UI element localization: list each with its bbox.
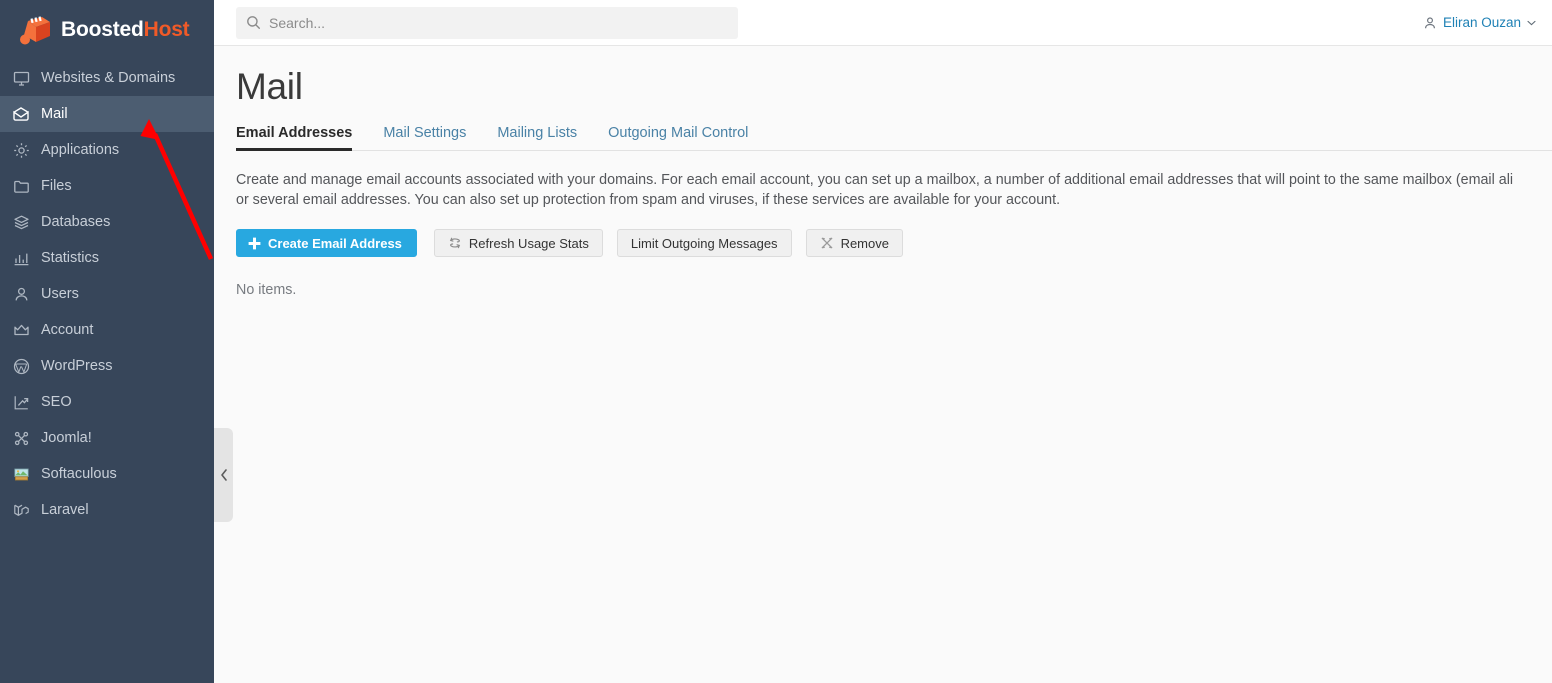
trend-arrow-icon: [8, 394, 34, 411]
sidebar-item-websites-domains[interactable]: Websites & Domains: [0, 60, 214, 96]
tab-bar: Email Addresses Mail Settings Mailing Li…: [236, 125, 1552, 151]
button-label: Create Email Address: [268, 235, 402, 251]
wordpress-icon: [8, 358, 34, 375]
button-label: Refresh Usage Stats: [468, 235, 589, 251]
crown-icon: [8, 322, 34, 339]
tab-mailing-lists[interactable]: Mailing Lists: [497, 125, 577, 150]
person-icon: [1423, 16, 1437, 30]
sidebar-item-label: Laravel: [41, 502, 89, 518]
button-label: Remove: [840, 235, 889, 251]
sidebar-item-wordpress[interactable]: WordPress: [0, 348, 214, 384]
refresh-usage-stats-button[interactable]: Refresh Usage Stats: [433, 229, 603, 258]
sidebar-item-label: Websites & Domains: [41, 70, 176, 86]
brand-logo[interactable]: BoostedHost: [0, 0, 214, 60]
sidebar-item-label: Applications: [41, 142, 120, 158]
chevron-left-icon: [220, 469, 228, 481]
search-icon: [246, 15, 261, 30]
action-toolbar: Create Email Address Refresh Usage Stats…: [236, 229, 1552, 258]
sidebar: BoostedHost Websites & Domains Mail Appl…: [0, 0, 214, 683]
plus-icon: [248, 237, 261, 250]
content-area: Mail Email Addresses Mail Settings Maili…: [214, 46, 1552, 683]
sidebar-item-label: Account: [41, 322, 94, 338]
sidebar-item-joomla[interactable]: Joomla!: [0, 420, 214, 456]
sidebar-item-laravel[interactable]: Laravel: [0, 492, 214, 528]
sidebar-item-users[interactable]: Users: [0, 276, 214, 312]
brand-name: BoostedHost: [61, 18, 190, 42]
sidebar-item-label: Users: [41, 286, 79, 302]
empty-state-message: No items.: [236, 282, 297, 299]
envelope-icon: [8, 106, 34, 123]
button-label: Limit Outgoing Messages: [630, 235, 778, 251]
folder-icon: [8, 178, 34, 195]
sidebar-item-label: Mail: [41, 106, 68, 122]
sidebar-item-label: Softaculous: [41, 466, 117, 482]
refresh-icon: [448, 236, 462, 250]
user-name: Eliran Ouzan: [1442, 15, 1521, 30]
gear-icon: [8, 142, 34, 159]
sidebar-item-label: WordPress: [41, 358, 113, 374]
bar-chart-icon: [8, 250, 34, 267]
search-input[interactable]: [269, 6, 728, 39]
sidebar-item-label: Joomla!: [41, 430, 92, 446]
limit-outgoing-messages-button[interactable]: Limit Outgoing Messages: [616, 229, 792, 258]
create-email-address-button[interactable]: Create Email Address: [236, 229, 417, 258]
page-description: Create and manage email accounts associa…: [236, 171, 1514, 209]
user-menu[interactable]: Eliran Ouzan: [1423, 15, 1536, 30]
joomla-icon: [8, 430, 34, 447]
page-title: Mail: [236, 66, 303, 107]
plesk-control-panel: BoostedHost Websites & Domains Mail Appl…: [0, 0, 1552, 683]
monitor-icon: [8, 70, 34, 87]
sidebar-item-label: Databases: [41, 214, 111, 230]
top-bar: Eliran Ouzan: [214, 0, 1552, 46]
sidebar-item-mail[interactable]: Mail: [0, 96, 214, 132]
sidebar-collapse-handle[interactable]: [214, 428, 233, 522]
brand-name-accent: Host: [143, 18, 190, 41]
tab-outgoing-mail-control[interactable]: Outgoing Mail Control: [608, 125, 748, 150]
person-icon: [8, 286, 34, 303]
layers-icon: [8, 214, 34, 231]
sidebar-item-seo[interactable]: SEO: [0, 384, 214, 420]
sidebar-item-label: Files: [41, 178, 72, 194]
main-area: Eliran Ouzan Mail Email Addresses Mail S…: [214, 0, 1552, 683]
softaculous-icon: [8, 466, 34, 483]
sidebar-item-account[interactable]: Account: [0, 312, 214, 348]
x-cross-icon: [820, 236, 834, 250]
tab-email-addresses[interactable]: Email Addresses: [236, 125, 353, 151]
sidebar-item-files[interactable]: Files: [0, 168, 214, 204]
sidebar-item-label: Statistics: [41, 250, 100, 266]
remove-button[interactable]: Remove: [805, 229, 903, 258]
chevron-down-icon: [1527, 20, 1536, 26]
sidebar-item-softaculous[interactable]: Softaculous: [0, 456, 214, 492]
sidebar-item-statistics[interactable]: Statistics: [0, 240, 214, 276]
sidebar-item-label: SEO: [41, 394, 72, 410]
cube-box-icon: [18, 15, 52, 45]
sidebar-item-databases[interactable]: Databases: [0, 204, 214, 240]
laravel-icon: [8, 502, 34, 519]
search-box[interactable]: [236, 6, 738, 39]
tab-mail-settings[interactable]: Mail Settings: [383, 125, 466, 150]
brand-name-primary: Boosted: [61, 18, 144, 41]
sidebar-item-applications[interactable]: Applications: [0, 132, 214, 168]
